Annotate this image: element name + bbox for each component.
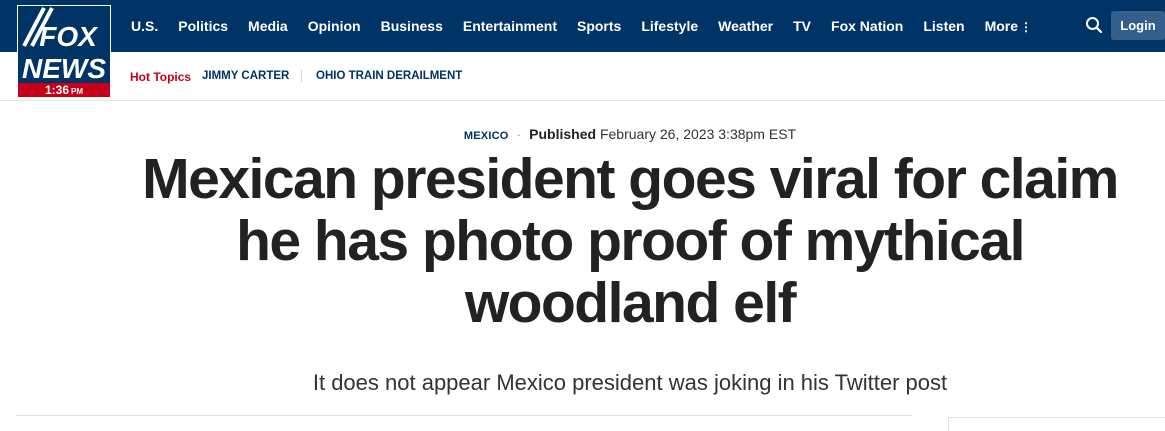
hot-topic-ohio-train-derailment[interactable]: OHIO TRAIN DERAILMENT (316, 70, 462, 82)
article-subheadline: It does not appear Mexico president was … (312, 370, 948, 395)
meta-separator-dot: · (516, 126, 522, 142)
nav-item-tv[interactable]: TV (793, 18, 811, 34)
nav-item-weather[interactable]: Weather (718, 18, 773, 34)
hot-topics-divider (301, 70, 302, 82)
more-icon: ⋮ (1020, 20, 1033, 34)
nav-item-lifestyle[interactable]: Lifestyle (641, 18, 698, 34)
content-divider (16, 415, 912, 416)
published-label: Published (529, 126, 597, 142)
nav-item-us[interactable]: U.S. (131, 18, 158, 34)
nav-item-fox-nation[interactable]: Fox Nation (831, 18, 903, 34)
hot-topics-bar: Hot Topics JIMMY CARTER OHIO TRAIN DERAI… (0, 52, 1165, 101)
nav-item-sports[interactable]: Sports (577, 18, 621, 34)
nav-item-business[interactable]: Business (381, 18, 443, 34)
search-icon[interactable] (1085, 16, 1103, 34)
nav-item-politics[interactable]: Politics (178, 18, 228, 34)
nav-item-listen[interactable]: Listen (923, 18, 964, 34)
sidebar-left-border (948, 417, 949, 431)
article-meta: MEXICO · Published February 26, 2023 3:38p… (0, 126, 1165, 142)
nav-item-more[interactable]: More ⋮ (985, 18, 1032, 34)
nav-more-label: More (984, 18, 1019, 34)
hot-topic-jimmy-carter[interactable]: JIMMY CARTER (202, 70, 289, 82)
article-headline: Mexican president goes viral for claim h… (142, 147, 1119, 335)
article-category[interactable]: MEXICO (464, 130, 509, 142)
nav-item-opinion[interactable]: Opinion (308, 18, 361, 34)
login-button[interactable]: Login (1111, 11, 1165, 40)
published-date: February 26, 2023 3:38pm EST (599, 126, 797, 142)
nav-item-media[interactable]: Media (248, 18, 288, 34)
nav-item-entertainment[interactable]: Entertainment (463, 18, 557, 34)
logo-fox-text: FOX (39, 21, 99, 52)
sidebar-top-border (948, 417, 1165, 418)
hot-topics-label: Hot Topics (130, 70, 192, 84)
main-nav: U.S. Politics Media Opinion Business Ent… (131, 0, 1052, 52)
